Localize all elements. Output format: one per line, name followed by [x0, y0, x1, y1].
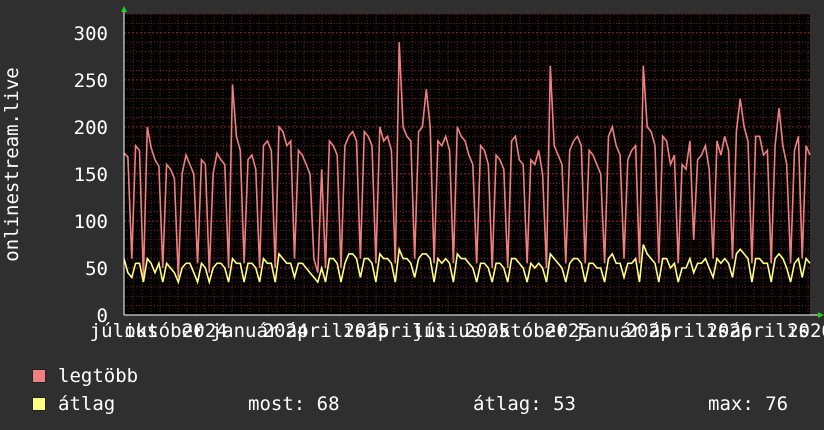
legend-label-avg: átlag — [58, 393, 116, 415]
stat-max: max: 76 — [708, 393, 788, 415]
y-axis-label: onlinestream.live — [1, 67, 23, 261]
stat-avg: átlag: 53 — [473, 393, 708, 415]
legend-swatch-max — [32, 369, 46, 383]
y-tick-label: 100 — [74, 211, 108, 233]
x-axis-arrow-icon — [818, 312, 824, 318]
chart: 050100150200250300júliusoktóber2024januá… — [1, 6, 824, 342]
stat-max-value: 76 — [765, 393, 789, 415]
y-axis-arrow-icon — [121, 6, 127, 12]
stat-avg-value: 53 — [553, 393, 576, 415]
y-tick-label: 50 — [85, 258, 108, 280]
legend: legtöbb átlag most: 68 átlag: 53 max: 76 — [32, 362, 812, 418]
stat-now-label: most: — [248, 393, 306, 415]
legend-row-avg: átlag most: 68 átlag: 53 max: 76 — [32, 390, 812, 418]
y-tick-label: 200 — [74, 117, 108, 139]
x-tick-label: 2026 — [787, 320, 824, 342]
legend-swatch-avg — [32, 397, 46, 411]
stat-now: most: 68 — [248, 393, 473, 415]
y-tick-label: 300 — [74, 23, 108, 45]
y-tick-label: 150 — [74, 164, 108, 186]
stat-avg-label: átlag: — [473, 393, 542, 415]
stat-now-value: 68 — [316, 393, 340, 415]
stat-max-label: max: — [708, 393, 754, 415]
y-tick-label: 250 — [74, 70, 108, 92]
legend-label-max: legtöbb — [58, 365, 139, 387]
legend-row-max: legtöbb — [32, 362, 812, 390]
